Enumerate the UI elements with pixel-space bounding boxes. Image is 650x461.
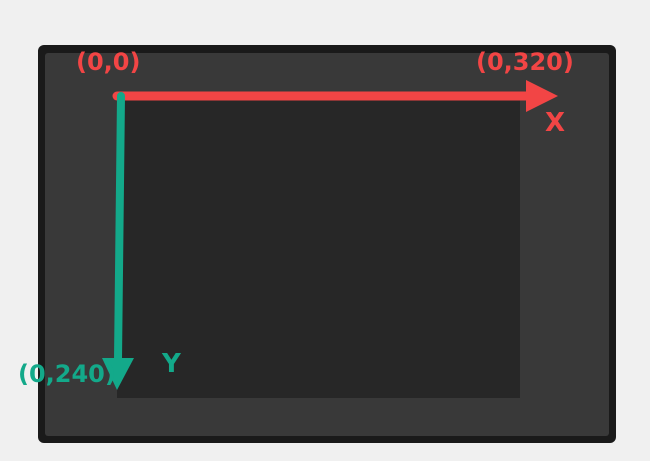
- y-end-label: (0,240): [18, 360, 116, 388]
- origin-label: (0,0): [76, 48, 140, 76]
- x-axis-letter: X: [545, 108, 565, 138]
- y-axis-line: [114, 92, 125, 364]
- y-axis-letter: Y: [161, 349, 182, 379]
- diagram-canvas: (0,0) (0,320) X (0,240) Y: [18, 45, 616, 443]
- display-coordinate-diagram: (0,0) (0,320) X (0,240) Y: [0, 0, 650, 461]
- x-end-label: (0,320): [476, 48, 574, 76]
